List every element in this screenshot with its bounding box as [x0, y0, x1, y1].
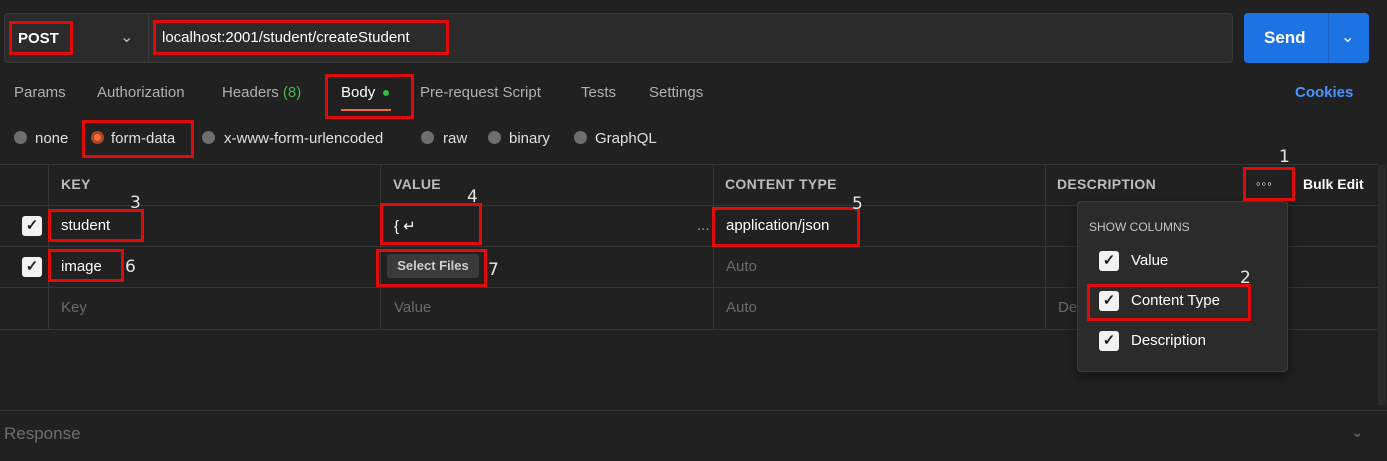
radio-none[interactable]	[14, 131, 27, 144]
column-toggle-description-label[interactable]: Description	[1131, 332, 1206, 349]
col-divider	[380, 164, 381, 329]
col-divider	[48, 164, 49, 329]
table-top-border	[0, 164, 1378, 165]
column-header-key: KEY	[61, 176, 91, 192]
response-divider	[0, 410, 1387, 411]
tab-headers[interactable]: Headers (8)	[222, 84, 301, 101]
bulk-edit-button[interactable]: Bulk Edit	[1303, 176, 1364, 192]
radio-graphql[interactable]	[574, 131, 587, 144]
cookies-link[interactable]: Cookies	[1295, 84, 1353, 101]
value-expand-ellipsis[interactable]: ...	[697, 217, 710, 234]
column-header-value: VALUE	[393, 176, 441, 192]
send-button-label[interactable]: Send	[1264, 28, 1306, 48]
key-input-placeholder[interactable]: Key	[61, 299, 87, 316]
send-divider	[1328, 13, 1329, 63]
col-divider	[1045, 164, 1046, 329]
response-pane-title[interactable]: Response	[4, 424, 81, 444]
radio-label-none[interactable]: none	[35, 130, 68, 147]
annotation-number: 7	[488, 260, 499, 280]
content-type-input-placeholder[interactable]: Auto	[726, 299, 757, 316]
annotation-number: 5	[852, 194, 863, 214]
annotation-number: 3	[130, 193, 141, 213]
tab-pre-request-script[interactable]: Pre-request Script	[420, 84, 541, 101]
headers-count-badge: (8)	[282, 84, 302, 101]
highlight-box-value-json	[380, 203, 482, 245]
highlight-box-content-type	[712, 207, 860, 247]
annotation-number: 2	[1240, 268, 1251, 288]
annotation-number: 6	[125, 257, 136, 277]
radio-label-raw[interactable]: raw	[443, 130, 467, 147]
radio-x-www-form-urlencoded[interactable]	[202, 131, 215, 144]
highlight-box-content-type-toggle	[1087, 284, 1251, 321]
tab-params[interactable]: Params	[14, 84, 66, 101]
radio-raw[interactable]	[421, 131, 434, 144]
annotation-number: 1	[1279, 147, 1290, 167]
radio-label-graphql[interactable]: GraphQL	[595, 130, 657, 147]
highlight-box-key-image	[48, 249, 124, 282]
annotation-number: 4	[467, 187, 478, 207]
column-header-description: DESCRIPTION	[1057, 176, 1156, 192]
column-toggle-description-checkbox[interactable]: ✓	[1099, 331, 1119, 351]
radio-label-binary[interactable]: binary	[509, 130, 550, 147]
highlight-box-url	[153, 20, 449, 55]
tab-authorization[interactable]: Authorization	[97, 84, 185, 101]
chevron-down-icon[interactable]: ⌄	[1351, 423, 1364, 441]
chevron-down-icon[interactable]: ⌄	[120, 27, 133, 47]
vertical-scrollbar[interactable]	[1378, 165, 1386, 405]
column-toggle-value-label[interactable]: Value	[1131, 252, 1168, 269]
row-checkbox[interactable]: ✓	[22, 257, 42, 277]
method-divider	[148, 14, 149, 62]
tab-tests[interactable]: Tests	[581, 84, 616, 101]
highlight-box-more-options	[1243, 167, 1295, 201]
highlight-box-form-data	[82, 120, 194, 158]
highlight-box-key-student	[48, 209, 144, 242]
column-toggle-value-checkbox[interactable]: ✓	[1099, 251, 1119, 271]
tab-settings[interactable]: Settings	[649, 84, 703, 101]
value-input-placeholder[interactable]: Value	[394, 299, 431, 316]
radio-label-x-www-form-urlencoded[interactable]: x-www-form-urlencoded	[224, 130, 383, 147]
column-header-content-type: CONTENT TYPE	[725, 176, 837, 192]
content-type-input[interactable]: Auto	[726, 258, 757, 275]
highlight-box-body-tab	[325, 74, 414, 119]
highlight-box-method	[9, 21, 73, 55]
row-checkbox[interactable]: ✓	[22, 216, 42, 236]
highlight-box-select-files	[376, 249, 487, 287]
show-columns-title: SHOW COLUMNS	[1089, 220, 1190, 234]
tab-headers-label: Headers	[222, 84, 279, 101]
send-options-chevron-icon[interactable]: ⌄	[1341, 27, 1354, 47]
radio-binary[interactable]	[488, 131, 501, 144]
description-input-placeholder[interactable]: De	[1058, 299, 1077, 316]
